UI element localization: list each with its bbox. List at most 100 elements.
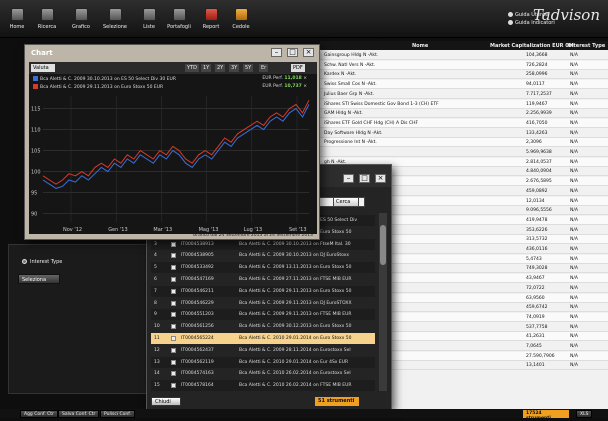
list-item[interactable]: 7 IT0004546211 Bca Aletti & C. 2009 29.11.… bbox=[151, 285, 375, 297]
portafogli-label: Portafogli bbox=[167, 24, 191, 30]
pdf-button[interactable]: PDF bbox=[291, 64, 305, 72]
list-item[interactable]: 14 IT0004574163 Bca Aletti & C. 2010 26.02… bbox=[151, 368, 375, 379]
salva-conf-button[interactable]: Salva Conf. Ctr bbox=[58, 410, 100, 418]
liste-button[interactable]: Liste bbox=[134, 4, 164, 30]
row-checkbox[interactable] bbox=[171, 336, 176, 341]
cell-cap: 537,7758 bbox=[526, 324, 548, 330]
chiudi-button[interactable]: Chiudi bbox=[151, 397, 181, 406]
row-name: Bca Aletti & C. 2009 29.11.2013 on Euro … bbox=[239, 288, 352, 294]
list-item[interactable]: 12 IT0004562437 Bca Aletti & C. 2009 28.11… bbox=[151, 345, 375, 356]
list-item[interactable]: 15 IT0004578164 Bca Aletti & C. 2010 26.02… bbox=[151, 380, 375, 392]
table-row[interactable]: Day Software Hldg N -Akt. 133,4263 N/A bbox=[320, 129, 608, 138]
col-header-name[interactable]: Nome bbox=[412, 43, 428, 49]
row-checkbox[interactable] bbox=[171, 288, 176, 294]
table-row[interactable]: iShares STI Swiss Domestic Gov Bond 1-3 … bbox=[320, 99, 608, 109]
row-checkbox[interactable] bbox=[171, 347, 176, 353]
col-header-cap[interactable]: Market Capitalization EUR 0M bbox=[490, 43, 574, 49]
row-checkbox[interactable] bbox=[171, 312, 176, 318]
interest-type-label: Interest Type bbox=[30, 259, 63, 265]
period-5y[interactable]: 5Y bbox=[243, 64, 254, 72]
cell-type: N/A bbox=[570, 150, 578, 155]
maximize-button[interactable]: □ bbox=[287, 48, 298, 57]
row-name: Bca Aletti & C. 2010 29.01.2014 on Euro … bbox=[239, 336, 352, 341]
minimize-button[interactable]: – bbox=[271, 48, 282, 57]
list-item[interactable]: 10 IT0004561256 Bca Aletti & C. 2009 30.12… bbox=[151, 321, 375, 332]
row-isin: IT0004533492 bbox=[181, 265, 214, 271]
close-button[interactable]: × bbox=[303, 48, 314, 57]
row-checkbox[interactable] bbox=[171, 265, 176, 271]
table-row[interactable]: iShares ETF Gold CHF Hdg (CH) A Dis CHF 4… bbox=[320, 118, 608, 128]
pulisci-conf-button[interactable]: Pulisci Conf. bbox=[100, 410, 135, 418]
cedole-button[interactable]: Cedole bbox=[226, 4, 256, 30]
cerca-button[interactable]: Cerca bbox=[333, 197, 359, 207]
chart-area: Bca Aletti & C. 2009 30.10.2013 on ES 50… bbox=[29, 74, 317, 234]
list-item[interactable]: 5 IT0004533492 Bca Aletti & C. 2009 13.11.… bbox=[151, 262, 375, 274]
report-button[interactable]: Report bbox=[196, 4, 226, 30]
period-2y[interactable]: 2Y bbox=[215, 64, 226, 72]
cell-type: N/A bbox=[570, 227, 578, 233]
cell-type: N/A bbox=[570, 179, 578, 185]
table-row[interactable]: Kardex N -Akt. 258,0996 N/A bbox=[320, 70, 608, 80]
row-checkbox[interactable] bbox=[171, 324, 176, 330]
agg-conf-button[interactable]: Agg Conf. Ctr bbox=[20, 410, 58, 418]
list-item[interactable]: 4 IT0004538905 Bca Aletti & C. 2009 30.10.… bbox=[151, 250, 375, 261]
row-number: 10 bbox=[154, 324, 160, 330]
chart-footer: Grafico dal 24 Settembre 2013 al 24 Sett… bbox=[192, 233, 313, 238]
row-isin: IT0004565224 bbox=[181, 336, 214, 341]
ricerca-button[interactable]: Ricerca bbox=[32, 4, 62, 30]
row-checkbox[interactable] bbox=[171, 371, 176, 377]
seleziona-button[interactable]: Seleziona bbox=[18, 274, 60, 284]
scrollbar-thumb[interactable] bbox=[380, 225, 386, 265]
home-button[interactable]: Home bbox=[2, 4, 32, 30]
period-ytd[interactable]: YTD bbox=[185, 64, 199, 72]
list-item[interactable]: 13 IT0004562119 Bca Aletti & C. 2010 29.01… bbox=[151, 356, 375, 368]
row-checkbox[interactable] bbox=[171, 300, 176, 306]
cell-name: Julius Baer Grp N -Akt. bbox=[324, 91, 375, 97]
cell-cap: 353,6226 bbox=[526, 227, 548, 233]
cell-cap: 9.096,5556 bbox=[526, 208, 552, 214]
period-3y[interactable]: 3Y bbox=[229, 64, 240, 72]
cell-type: N/A bbox=[570, 305, 578, 311]
list-item[interactable]: 11 IT0004565224 Bca Aletti & C. 2010 29.01… bbox=[151, 333, 375, 344]
maximize-button[interactable]: □ bbox=[359, 174, 370, 183]
table-row[interactable]: GAM Hldg N -Akt. 2.256,9939 N/A bbox=[320, 109, 608, 119]
cell-type: N/A bbox=[570, 324, 578, 330]
period-er[interactable]: Er bbox=[259, 64, 269, 72]
cell-cap: 459,0892 bbox=[526, 188, 548, 194]
cedole-label: Cedole bbox=[232, 24, 250, 30]
list-item[interactable]: 8 IT0004546229 Bca Aletti & C. 2009 29.11.… bbox=[151, 298, 375, 309]
brand-logo: Tadvison bbox=[532, 6, 600, 24]
table-row[interactable]: Gainsgroup Hldg N -Akt. 104,3668 N/A bbox=[320, 51, 608, 60]
xls-button[interactable]: XLS bbox=[576, 410, 593, 418]
row-checkbox[interactable] bbox=[171, 359, 176, 365]
col-header-interest[interactable]: Interest Type bbox=[568, 43, 605, 49]
y-tick-label: 110 bbox=[31, 128, 41, 134]
row-checkbox[interactable] bbox=[171, 253, 176, 259]
table-row[interactable]: Swiss Small Cos N -Akt. 94,0117 N/A bbox=[320, 80, 608, 90]
list-item[interactable]: 6 IT0004547169 Bca Aletti & C. 2009 27.11.… bbox=[151, 274, 375, 285]
cell-name: Schw. Natl Vers N -Akt. bbox=[324, 62, 376, 68]
y-tick-label: 90 bbox=[31, 212, 37, 218]
row-name: Bca Aletti & C. 2009 13.11.2013 on Euro … bbox=[239, 265, 352, 271]
cell-type: N/A bbox=[570, 363, 578, 369]
selezione-button[interactable]: Selezione bbox=[100, 4, 130, 30]
table-row[interactable]: Progressione Int N -Akt. 2,3096 N/A bbox=[320, 138, 608, 148]
table-row[interactable]: Julius Baer Grp N -Akt. 7.717,2537 N/A bbox=[320, 90, 608, 99]
valuta-dropdown[interactable]: Valuta bbox=[31, 64, 55, 72]
close-button[interactable]: × bbox=[375, 174, 386, 183]
row-checkbox[interactable] bbox=[171, 277, 176, 282]
cell-cap: 4.840,0904 bbox=[526, 169, 552, 175]
period-1y[interactable]: 1Y bbox=[201, 64, 212, 72]
list-item[interactable]: 9 IT0004551203 Bca Aletti & C. 2009 29.11.… bbox=[151, 309, 375, 321]
list-item[interactable]: 3 IT0004538913 Bca Aletti & C. 2009 30.10.… bbox=[151, 238, 375, 250]
interest-type-option[interactable]: Interest Type bbox=[22, 259, 62, 265]
row-checkbox[interactable] bbox=[171, 241, 176, 247]
minimize-button[interactable]: – bbox=[343, 174, 354, 183]
cell-cap: 43,9467 bbox=[526, 276, 545, 282]
table-row[interactable]: Schw. Natl Vers N -Akt. 726,2824 N/A bbox=[320, 60, 608, 70]
table-row[interactable]: 5.969,9638 N/A bbox=[320, 148, 608, 157]
cell-cap: 2.256,9939 bbox=[526, 111, 552, 117]
portafogli-button[interactable]: Portafogli bbox=[164, 4, 194, 30]
grafico-button[interactable]: Grafico bbox=[66, 4, 96, 30]
row-checkbox[interactable] bbox=[171, 383, 176, 389]
